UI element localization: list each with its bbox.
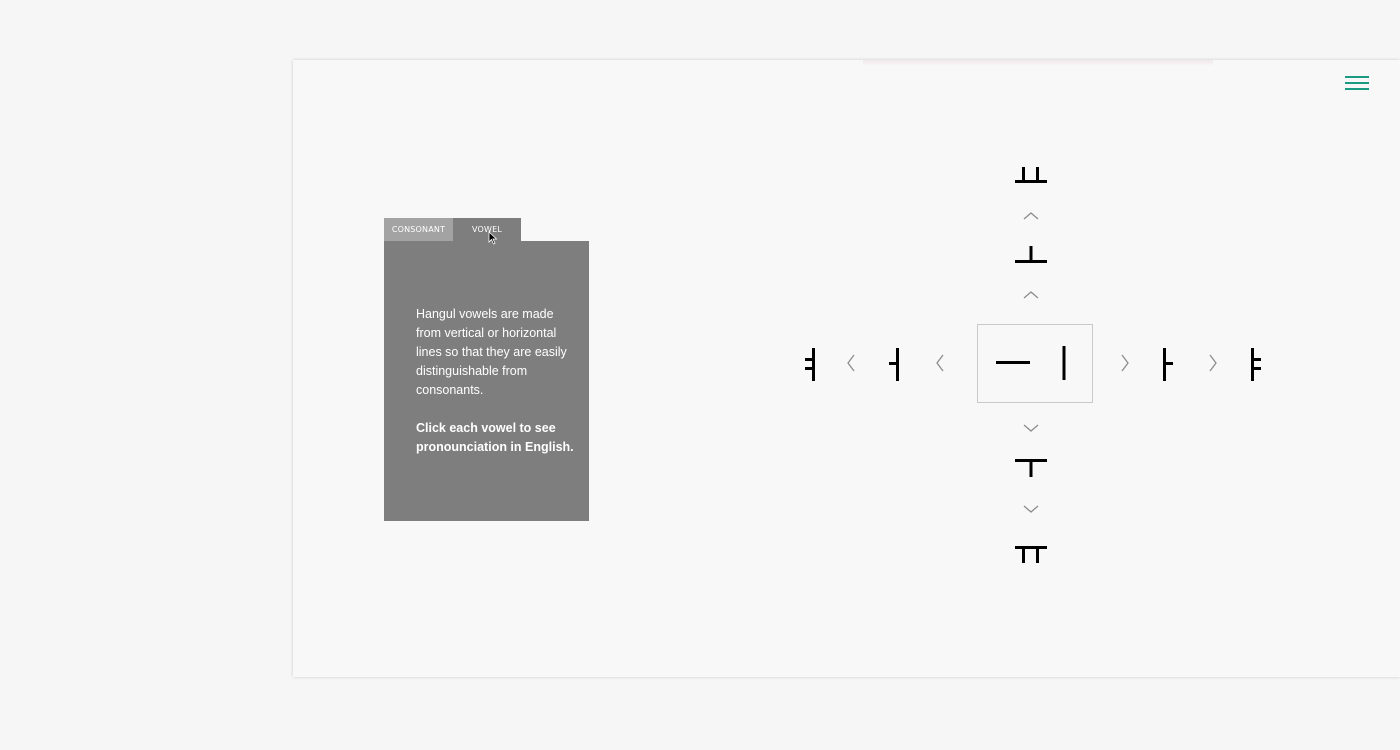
- vowel-u[interactable]: ㅜ: [1014, 457, 1048, 479]
- menu-line: [1345, 82, 1369, 84]
- panel-text: Hangul vowels are made from vertical or …: [416, 305, 574, 457]
- vowel-yu[interactable]: ㅠ: [1014, 544, 1048, 566]
- chevron-left-icon[interactable]: [935, 354, 945, 372]
- info-panel: Hangul vowels are made from vertical or …: [384, 241, 589, 521]
- vowel-eu-glyph: [996, 361, 1030, 364]
- vowel-o[interactable]: ㅗ: [1014, 244, 1048, 264]
- vowel-eu[interactable]: ㅡ: [996, 352, 1030, 372]
- menu-line: [1345, 88, 1369, 90]
- vowel-o-glyph: [1015, 246, 1047, 263]
- vowel-yeo[interactable]: ㅕ: [801, 346, 819, 382]
- panel-hint: Click each vowel to see pronounciation i…: [416, 421, 574, 454]
- chevron-right-icon[interactable]: [1208, 354, 1218, 372]
- chevron-down-icon[interactable]: [1023, 423, 1039, 433]
- hamburger-menu-icon[interactable]: [1345, 76, 1369, 94]
- panel-description: Hangul vowels are made from vertical or …: [416, 307, 567, 397]
- vowel-ya[interactable]: ㅑ: [1247, 346, 1265, 382]
- chevron-up-icon[interactable]: [1023, 290, 1039, 300]
- vowel-u-glyph: [1015, 459, 1047, 477]
- vowel-a-glyph: [1163, 348, 1173, 381]
- vowel-yo-glyph: [1015, 167, 1047, 183]
- chevron-left-icon[interactable]: [846, 354, 856, 372]
- vowel-yo[interactable]: ㅛ: [1014, 164, 1048, 184]
- vowel-i-glyph: [1062, 346, 1066, 380]
- chevron-right-icon[interactable]: [1120, 354, 1130, 372]
- mouse-cursor-icon: [488, 231, 498, 245]
- vowel-i[interactable]: ㅣ: [1060, 345, 1068, 381]
- app-window: CONSONANT VOWEL Hangul vowels are made f…: [293, 60, 1400, 677]
- tab-vowel[interactable]: VOWEL: [453, 218, 521, 241]
- vowel-ya-glyph: [1251, 348, 1261, 381]
- tab-bar: CONSONANT VOWEL: [384, 218, 521, 241]
- tab-consonant[interactable]: CONSONANT: [384, 218, 453, 241]
- center-vowel-box: [977, 324, 1093, 403]
- vowel-eo-glyph: [889, 348, 899, 381]
- vowel-eo[interactable]: ㅓ: [885, 346, 903, 382]
- menu-line: [1345, 76, 1369, 78]
- vowel-yeo-glyph: [805, 348, 815, 381]
- vowel-yu-glyph: [1015, 546, 1047, 563]
- chevron-up-icon[interactable]: [1023, 211, 1039, 221]
- chevron-down-icon[interactable]: [1023, 504, 1039, 514]
- vowel-a[interactable]: ㅏ: [1159, 346, 1177, 382]
